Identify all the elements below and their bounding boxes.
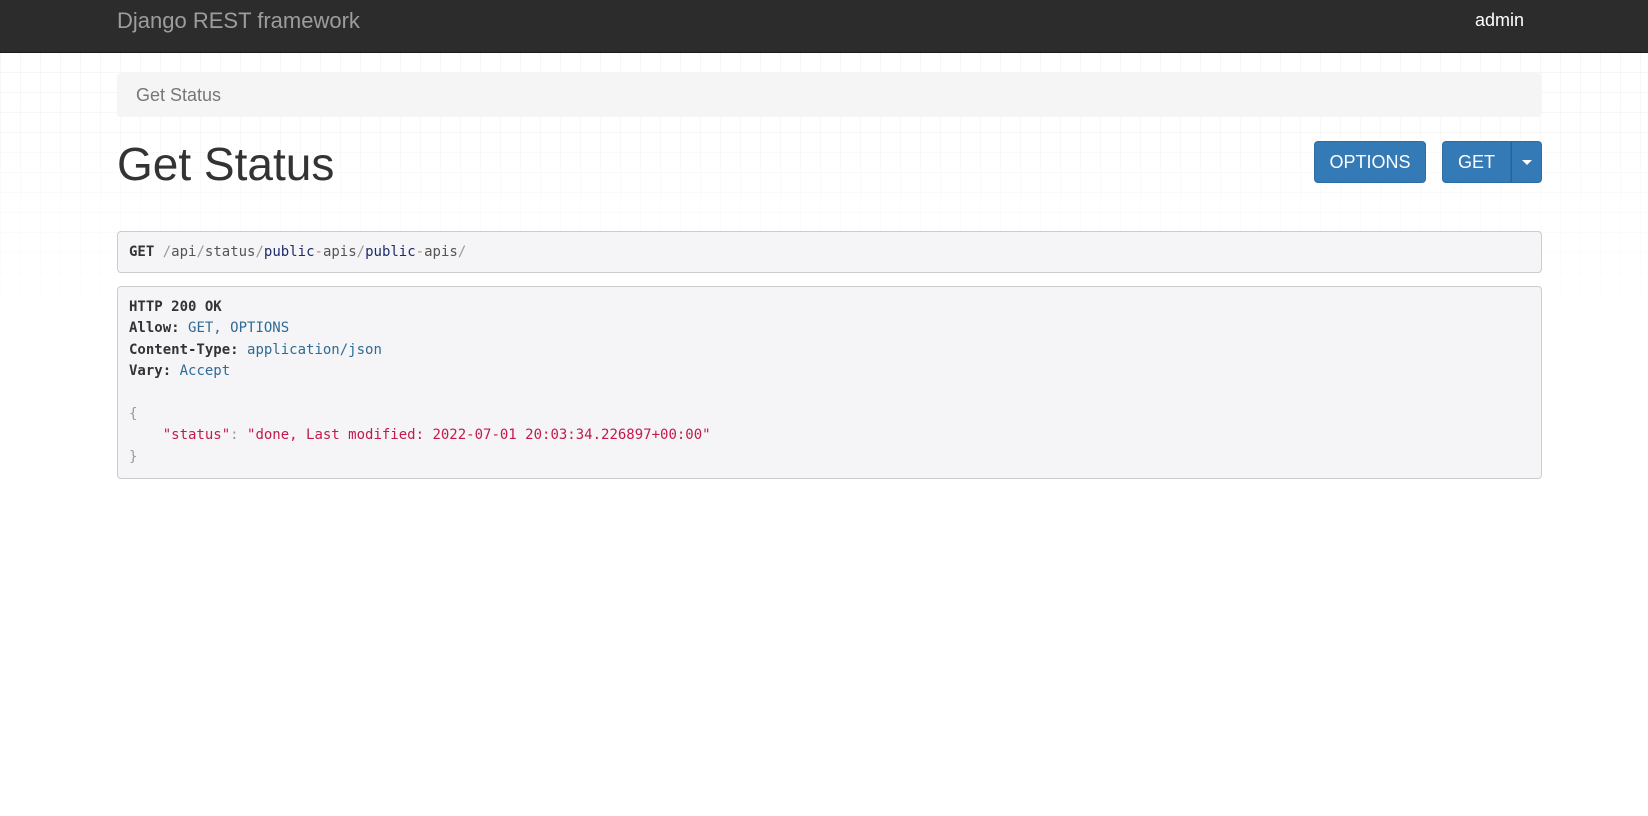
request-path: /api/status/public-apis/public-apis/ [162, 244, 467, 260]
response-header-allow: Allow: GET, OPTIONS [129, 320, 290, 337]
response-header-content-type: Content-Type: application/json [129, 341, 382, 358]
page-title: Get Status [117, 138, 335, 190]
get-button[interactable]: GET [1442, 141, 1511, 183]
request-info: GET /api/status/public-apis/public-apis/ [117, 231, 1542, 273]
response-spacer [129, 383, 1530, 404]
response-header-vary: Vary: Accept [129, 363, 231, 380]
json-value: "done, Last modified: 2022-07-01 20:03:3… [247, 427, 711, 444]
breadcrumb: Get Status [117, 73, 1542, 117]
response-info: HTTP 200 OK Allow: GET, OPTIONS Content-… [117, 286, 1542, 480]
options-button[interactable]: OPTIONS [1314, 141, 1426, 183]
user-menu-link[interactable]: admin [1475, 10, 1524, 31]
json-key: "status" [162, 427, 231, 444]
brand-link[interactable]: Django REST framework [117, 8, 360, 34]
format-dropdown-toggle[interactable] [1511, 141, 1542, 183]
response-status-line: HTTP 200 OK [129, 299, 222, 315]
request-method: GET [129, 244, 155, 260]
content-container: Get Status Get Status OPTIONS GET GET /a… [117, 73, 1542, 480]
json-open-brace: { [129, 406, 138, 423]
caret-down-icon [1521, 159, 1532, 165]
navbar: Django REST framework admin [0, 0, 1648, 53]
json-status-field: "status": "done, Last modified: 2022-07-… [162, 427, 711, 444]
page-header: Get Status OPTIONS GET [117, 117, 1542, 217]
json-close-brace: } [129, 448, 138, 465]
get-button-group: GET [1442, 141, 1542, 183]
breadcrumb-item-current: Get Status [136, 84, 222, 105]
